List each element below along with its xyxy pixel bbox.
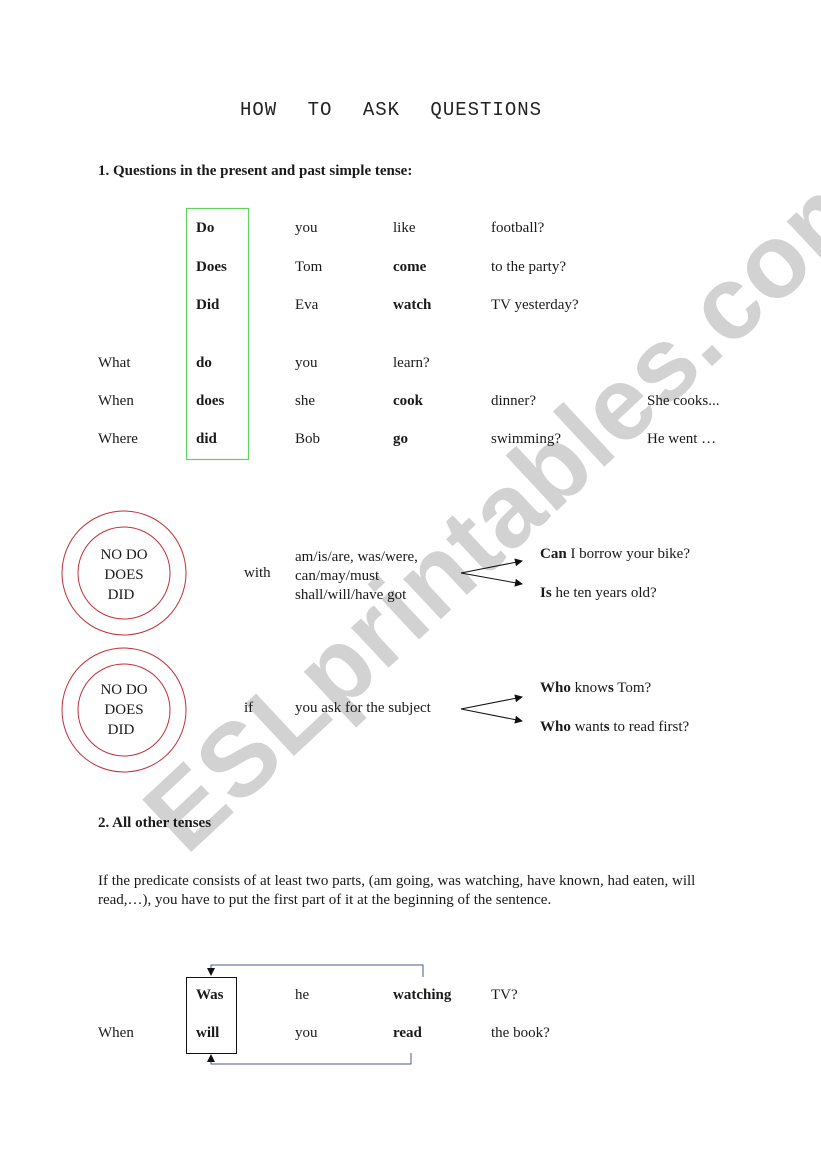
verb-cell: learn? bbox=[393, 355, 430, 371]
page-title: HOW TO ASK QUESTIONS bbox=[240, 99, 543, 121]
verb-cell: like bbox=[393, 220, 416, 236]
example-rest: I borrow your bike? bbox=[566, 546, 690, 562]
subject-cell: she bbox=[295, 393, 315, 409]
verbs-line: shall/will/have got bbox=[295, 587, 407, 603]
circle-line: NO DO bbox=[100, 682, 148, 698]
auxiliary-cell: do bbox=[196, 355, 212, 371]
example-sentence: Who knows Tom? bbox=[540, 681, 651, 696]
example-verb: know bbox=[570, 680, 608, 696]
subject-cell: you bbox=[295, 1025, 318, 1041]
example-sentence: Can I borrow your bike? bbox=[540, 547, 690, 562]
example-rest: to read first? bbox=[609, 719, 690, 735]
verb-cell: read bbox=[393, 1025, 422, 1041]
rest-cell: TV? bbox=[491, 987, 518, 1003]
example-rest: Tom? bbox=[613, 680, 652, 696]
auxiliary-cell: will bbox=[196, 1025, 220, 1041]
section2-paragraph: If the predicate consists of at least tw… bbox=[98, 873, 696, 908]
connector-with: with bbox=[244, 565, 271, 581]
answer-cell: She cooks... bbox=[647, 393, 720, 409]
subject-cell: you bbox=[295, 220, 318, 236]
subject-cell: Tom bbox=[295, 259, 323, 275]
verbs-list: am/is/are, was/were, can/may/must shall/… bbox=[295, 547, 418, 605]
verb-cell: watching bbox=[393, 987, 452, 1003]
no-do-circle-label-2: NO DO DOES DID bbox=[84, 680, 164, 740]
example-bold-word: Is bbox=[540, 585, 552, 601]
subject-cell: Bob bbox=[295, 431, 321, 447]
verb-cell: come bbox=[393, 259, 427, 275]
auxiliary-cell: Do bbox=[196, 220, 215, 236]
question-word-cell: When bbox=[98, 1025, 134, 1041]
answer-cell: He went … bbox=[647, 431, 717, 447]
subject-cell: you bbox=[295, 355, 318, 371]
connector-if: if bbox=[244, 700, 254, 716]
verb-cell: watch bbox=[393, 297, 432, 313]
rest-cell: dinner? bbox=[491, 393, 536, 409]
rest-cell: TV yesterday? bbox=[491, 297, 579, 313]
auxiliary-cell: Does bbox=[196, 259, 227, 275]
rest-cell: football? bbox=[491, 220, 545, 236]
example-sentence: Is he ten years old? bbox=[540, 586, 657, 601]
no-do-circle-label-1: NO DO DOES DID bbox=[84, 545, 164, 605]
verbs-line: can/may/must bbox=[295, 568, 380, 584]
circle-line: DOES bbox=[104, 567, 144, 583]
condition-text: you ask for the subject bbox=[295, 700, 431, 716]
rest-cell: the book? bbox=[491, 1025, 550, 1041]
subject-cell: Eva bbox=[295, 297, 319, 313]
auxiliary-cell: Was bbox=[196, 987, 224, 1003]
circle-line: DID bbox=[107, 722, 135, 738]
example-bold-word: Can bbox=[540, 546, 567, 562]
example-rest: he ten years old? bbox=[551, 585, 657, 601]
verbs-line: am/is/are, was/were, bbox=[295, 549, 418, 565]
section2-heading: 2. All other tenses bbox=[98, 815, 212, 831]
question-word-cell: Where bbox=[98, 431, 138, 447]
example-sentence: Who wants to read first? bbox=[540, 720, 689, 735]
circle-line: DID bbox=[107, 587, 135, 603]
auxiliary-cell: Did bbox=[196, 297, 220, 313]
verb-cell: cook bbox=[393, 393, 423, 409]
example-bold-word: Who bbox=[540, 719, 571, 735]
circle-line: NO DO bbox=[100, 547, 148, 563]
rest-cell: to the party? bbox=[491, 259, 566, 275]
verb-cell: go bbox=[393, 431, 408, 447]
question-word-cell: When bbox=[98, 393, 134, 409]
question-word-cell: What bbox=[98, 355, 131, 371]
section1-heading: 1. Questions in the present and past sim… bbox=[98, 163, 413, 179]
rest-cell: swimming? bbox=[491, 431, 561, 447]
example-verb: want bbox=[570, 719, 604, 735]
auxiliary-cell: does bbox=[196, 393, 225, 409]
document-page: HOW TO ASK QUESTIONS 1. Questions in the… bbox=[0, 0, 821, 1169]
subject-cell: he bbox=[295, 987, 310, 1003]
auxiliary-cell: did bbox=[196, 431, 217, 447]
example-bold-word: Who bbox=[540, 680, 571, 696]
circle-line: DOES bbox=[104, 702, 144, 718]
